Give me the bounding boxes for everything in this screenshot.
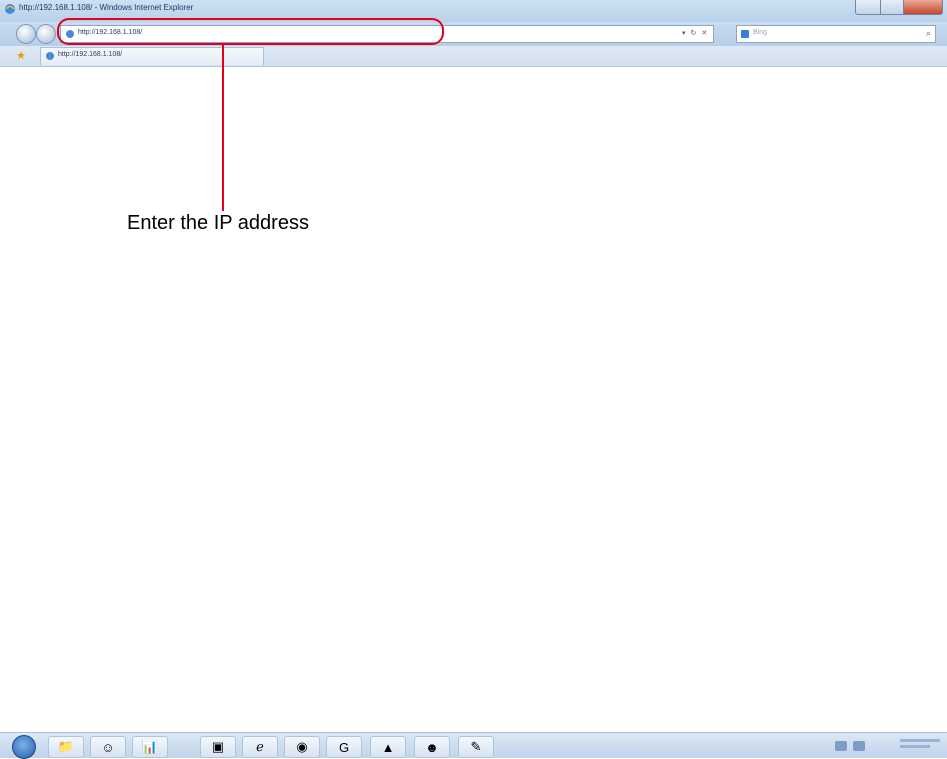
back-button[interactable] (16, 24, 36, 44)
system-tray (835, 737, 865, 754)
page-icon (46, 52, 54, 60)
callout-leader-line (222, 45, 224, 211)
volume-icon[interactable] (853, 740, 865, 751)
chrome-taskbar-icon[interactable]: ◉ (284, 736, 320, 758)
network-icon[interactable] (835, 740, 847, 751)
address-tools: ▾ ↻ ✕ (682, 25, 707, 41)
minimize-button[interactable] (855, 0, 881, 15)
image-editor-taskbar-icon[interactable]: ▲ (370, 736, 406, 758)
window-title: http://192.168.1.108/ - Windows Internet… (19, 3, 194, 12)
tab-label: http://192.168.1.108/ (58, 51, 123, 58)
smiley-taskbar-icon[interactable]: ☺ (90, 736, 126, 758)
explorer-taskbar-icon[interactable]: 📁 (48, 736, 84, 758)
search-box[interactable]: Bing ⌕ (736, 25, 936, 43)
search-placeholder[interactable]: Bing (753, 29, 767, 36)
close-button[interactable] (904, 0, 943, 15)
taskbar: 📁 ☺ 📊 ▣ ℯ ◉ G ▲ ☻ ✎ (0, 732, 947, 759)
start-button[interactable] (12, 735, 36, 759)
address-highlight-box (57, 18, 444, 45)
bing-icon (741, 30, 749, 38)
clock[interactable] (900, 736, 940, 756)
stop-icon[interactable]: ✕ (701, 29, 707, 37)
internet-explorer-icon (5, 4, 15, 14)
user-app-taskbar-icon[interactable]: ☻ (414, 736, 450, 758)
tab-current[interactable]: http://192.168.1.108/ (40, 47, 264, 65)
callout-label: Enter the IP address (127, 212, 309, 234)
graphics-app-taskbar-icon[interactable]: G (326, 736, 362, 758)
chart-taskbar-icon[interactable]: 📊 (132, 736, 168, 758)
refresh-icon[interactable]: ↻ (691, 29, 697, 37)
maximize-button[interactable] (881, 0, 904, 15)
app-taskbar-icon[interactable]: ▣ (200, 736, 236, 758)
magnifier-icon[interactable]: ⌕ (926, 28, 931, 39)
notepad-taskbar-icon[interactable]: ✎ (458, 736, 494, 758)
star-icon[interactable]: ★ (16, 49, 26, 62)
forward-button[interactable] (36, 24, 56, 44)
dropdown-icon[interactable]: ▾ (682, 29, 686, 37)
internet-explorer-taskbar-icon[interactable]: ℯ (242, 736, 278, 758)
window-controls (855, 0, 943, 15)
favorites-bar: ★ http://192.168.1.108/ (0, 46, 947, 67)
